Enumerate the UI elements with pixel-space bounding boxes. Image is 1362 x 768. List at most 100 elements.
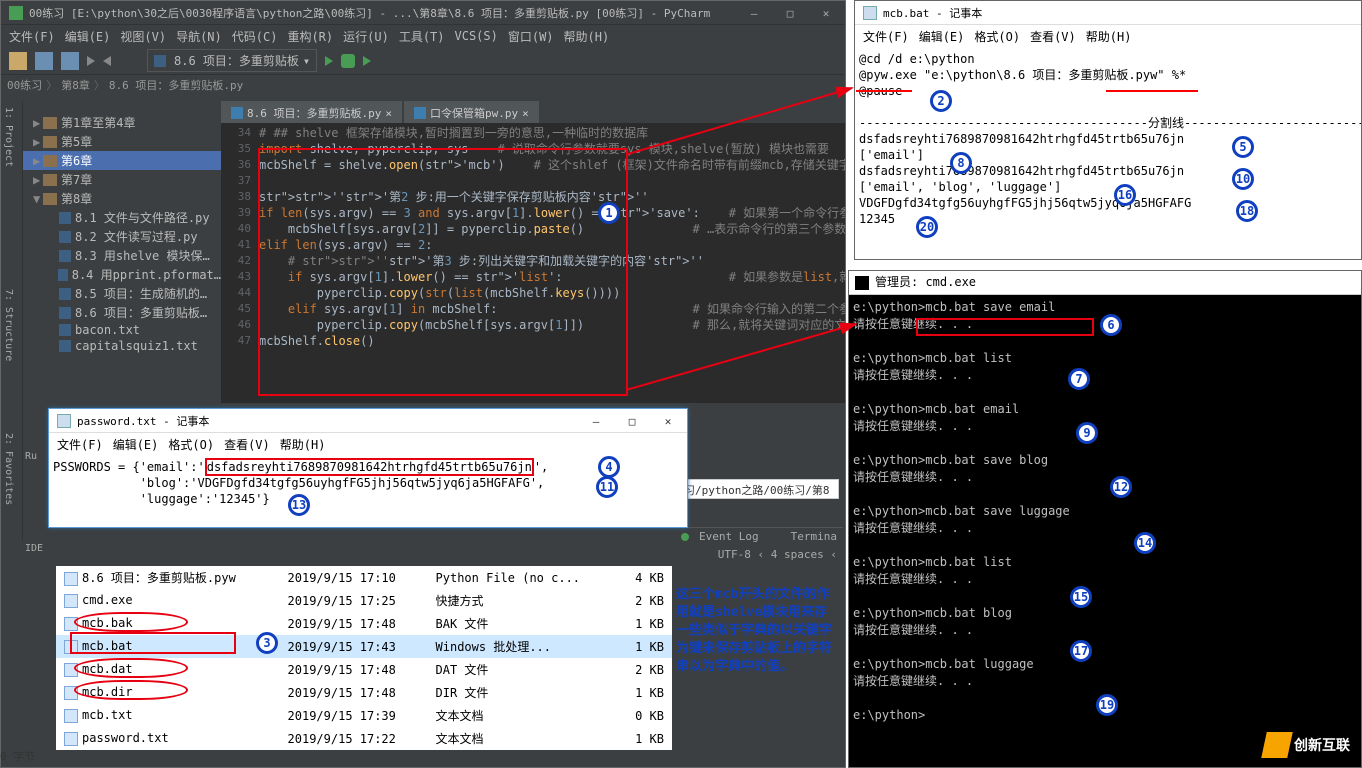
menu-item[interactable]: VCS(S): [455, 29, 498, 43]
callout-4: 4: [598, 456, 620, 478]
menu-item[interactable]: 重构(R): [287, 28, 333, 45]
ide-label: IDE: [25, 543, 43, 554]
run-button-icon[interactable]: [325, 56, 333, 66]
menu-item[interactable]: 查看(V): [1030, 28, 1076, 45]
status-bytes: 0 字节: [0, 748, 35, 764]
gutter-tab-favorites[interactable]: 2: Favorites: [1, 427, 16, 511]
menu-item[interactable]: 工具(T): [399, 28, 445, 45]
table-row[interactable]: 8.6 项目：多重剪贴板.pyw2019/9/15 17:10Python Fi…: [56, 566, 672, 589]
cmd-title-bar[interactable]: 管理员: cmd.exe: [849, 271, 1361, 295]
table-row[interactable]: password.txt2019/9/15 17:22文本文档1 KB: [56, 727, 672, 750]
sync-icon[interactable]: [61, 52, 79, 70]
menu-item[interactable]: 查看(V): [224, 436, 270, 453]
pycharm-title-bar[interactable]: 00练习 [E:\python\30之后\0030程序语言\python之路\0…: [1, 1, 845, 25]
tree-label: 第1章至第4章: [61, 114, 135, 131]
callout-3: 3: [256, 632, 278, 654]
menu-item[interactable]: 窗口(W): [508, 28, 554, 45]
menu-item[interactable]: 帮助(H): [1086, 28, 1132, 45]
menu-item[interactable]: 代码(C): [232, 28, 278, 45]
cmd-body[interactable]: e:\python>mcb.bat save email 请按任意键继续. . …: [849, 295, 1361, 728]
tree-item[interactable]: ▼第8章: [23, 189, 221, 208]
menu-item[interactable]: 文件(F): [863, 28, 909, 45]
gutter-tab-structure[interactable]: 7: Structure: [1, 283, 16, 367]
run-tab[interactable]: Ru: [25, 451, 37, 462]
left-tool-gutter: 1: Project 7: Structure 2: Favorites: [1, 101, 23, 541]
logo: 创新互联: [1264, 732, 1350, 758]
menu-item[interactable]: 帮助(H): [280, 436, 326, 453]
tab-close-icon[interactable]: ×: [385, 107, 392, 120]
terminal-tab[interactable]: Termina: [791, 530, 837, 543]
tree-item[interactable]: 8.3 用shelve 模块保…: [23, 246, 221, 265]
event-log[interactable]: Event Log: [699, 530, 759, 543]
debug-icon[interactable]: [341, 54, 355, 68]
back-icon[interactable]: [87, 56, 95, 66]
file-icon: [59, 250, 71, 262]
breadcrumb-item[interactable]: 00练习: [7, 77, 42, 93]
callout-16: 16: [1114, 184, 1136, 206]
menu-item[interactable]: 格式(O): [168, 436, 214, 453]
tree-label: 8.1 文件与文件路径.py: [75, 209, 210, 226]
pycharm-menu-bar: 文件(F) 编辑(E) 视图(V) 导航(N) 代码(C) 重构(R) 运行(U) 工具(T)…: [1, 25, 845, 47]
menu-item[interactable]: 视图(V): [120, 28, 166, 45]
annotation-circle-dir: [74, 680, 188, 700]
tree-item[interactable]: 8.4 用pprint.pformat…: [23, 265, 221, 284]
tree-item[interactable]: 8.6 项目：多重剪贴板…: [23, 303, 221, 322]
callout-7: 7: [1068, 368, 1090, 390]
blue-annotation: 这三个mcb开头的文件的作用就是shelve模块用来存一些类似于字典的以关键字为…: [676, 586, 832, 676]
tree-label: 第6章: [61, 152, 92, 169]
maximize-button[interactable]: □: [775, 1, 805, 25]
menu-item[interactable]: 文件(F): [57, 436, 103, 453]
annotation-box-bat: [70, 632, 236, 654]
close-button[interactable]: ✕: [811, 1, 841, 25]
breadcrumb-item[interactable]: 8.6 项目：多重剪贴板.py: [109, 77, 243, 93]
file-icon: [58, 269, 68, 281]
menu-item[interactable]: 运行(U): [343, 28, 389, 45]
run-config-dropdown[interactable]: 8.6 项目：多重剪贴板 ▾: [147, 49, 317, 72]
callout-9: 9: [1076, 422, 1098, 444]
folder-icon: [43, 193, 57, 205]
gutter-tab-project[interactable]: 1: Project: [1, 101, 16, 173]
notepad-pw-title-bar[interactable]: password.txt - 记事本 — □ ✕: [49, 409, 687, 433]
menu-item[interactable]: 导航(N): [176, 28, 222, 45]
tree-label: 8.6 项目：多重剪贴板…: [75, 304, 207, 321]
table-row[interactable]: mcb.txt2019/9/15 17:39文本文档0 KB: [56, 704, 672, 727]
callout-15: 15: [1070, 586, 1092, 608]
minimize-button[interactable]: —: [581, 409, 611, 433]
menu-item[interactable]: 编辑(E): [919, 28, 965, 45]
save-icon[interactable]: [35, 52, 53, 70]
callout-8: 8: [950, 152, 972, 174]
menu-item[interactable]: 帮助(H): [564, 28, 610, 45]
breadcrumb: 00练习 第8章 8.6 项目：多重剪贴板.py: [1, 75, 845, 95]
menu-item[interactable]: 编辑(E): [113, 436, 159, 453]
fwd-icon[interactable]: [103, 56, 111, 66]
menu-item[interactable]: 格式(O): [974, 28, 1020, 45]
tree-item[interactable]: 8.5 项目：生成随机的…: [23, 284, 221, 303]
minimize-button[interactable]: —: [739, 1, 769, 25]
menu-item[interactable]: 文件(F): [9, 28, 55, 45]
notepad-title-bar[interactable]: mcb.bat - 记事本: [855, 1, 1361, 25]
encoding-status[interactable]: UTF-8 ‹ 4 spaces ‹: [718, 548, 837, 561]
tree-item[interactable]: ▶第7章: [23, 170, 221, 189]
folder-icon: [43, 117, 57, 129]
tree-label: 8.4 用pprint.pformat…: [72, 266, 221, 283]
file-icon: [64, 709, 78, 723]
tree-item[interactable]: bacon.txt: [23, 322, 221, 338]
tab-close-icon[interactable]: ×: [522, 107, 529, 120]
notepad-pw-content[interactable]: PSSWORDS = {'email':'dsfadsreyhti7689870…: [49, 455, 687, 511]
tree-item[interactable]: ▶第5章: [23, 132, 221, 151]
menu-item[interactable]: 编辑(E): [65, 28, 111, 45]
table-row[interactable]: cmd.exe2019/9/15 17:25快捷方式2 KB: [56, 589, 672, 612]
editor-tab[interactable]: 口令保管箱pw.py ×: [404, 101, 539, 125]
open-icon[interactable]: [9, 52, 27, 70]
run-coverage-icon[interactable]: [363, 56, 371, 66]
editor-tab[interactable]: 8.6 项目：多重剪贴板.py ×: [221, 101, 402, 125]
tree-item[interactable]: capitalsquiz1.txt: [23, 338, 221, 354]
tree-item[interactable]: ▶第6章: [23, 151, 221, 170]
breadcrumb-item[interactable]: 第8章: [61, 77, 90, 93]
tree-item[interactable]: 8.1 文件与文件路径.py: [23, 208, 221, 227]
close-button[interactable]: ✕: [653, 409, 683, 433]
maximize-button[interactable]: □: [617, 409, 647, 433]
notepad-content[interactable]: @cd /d e:\python @pyw.exe "e:\python\8.6…: [855, 47, 1361, 231]
tree-item[interactable]: 8.2 文件读写过程.py: [23, 227, 221, 246]
tree-item[interactable]: ▶第1章至第4章: [23, 113, 221, 132]
